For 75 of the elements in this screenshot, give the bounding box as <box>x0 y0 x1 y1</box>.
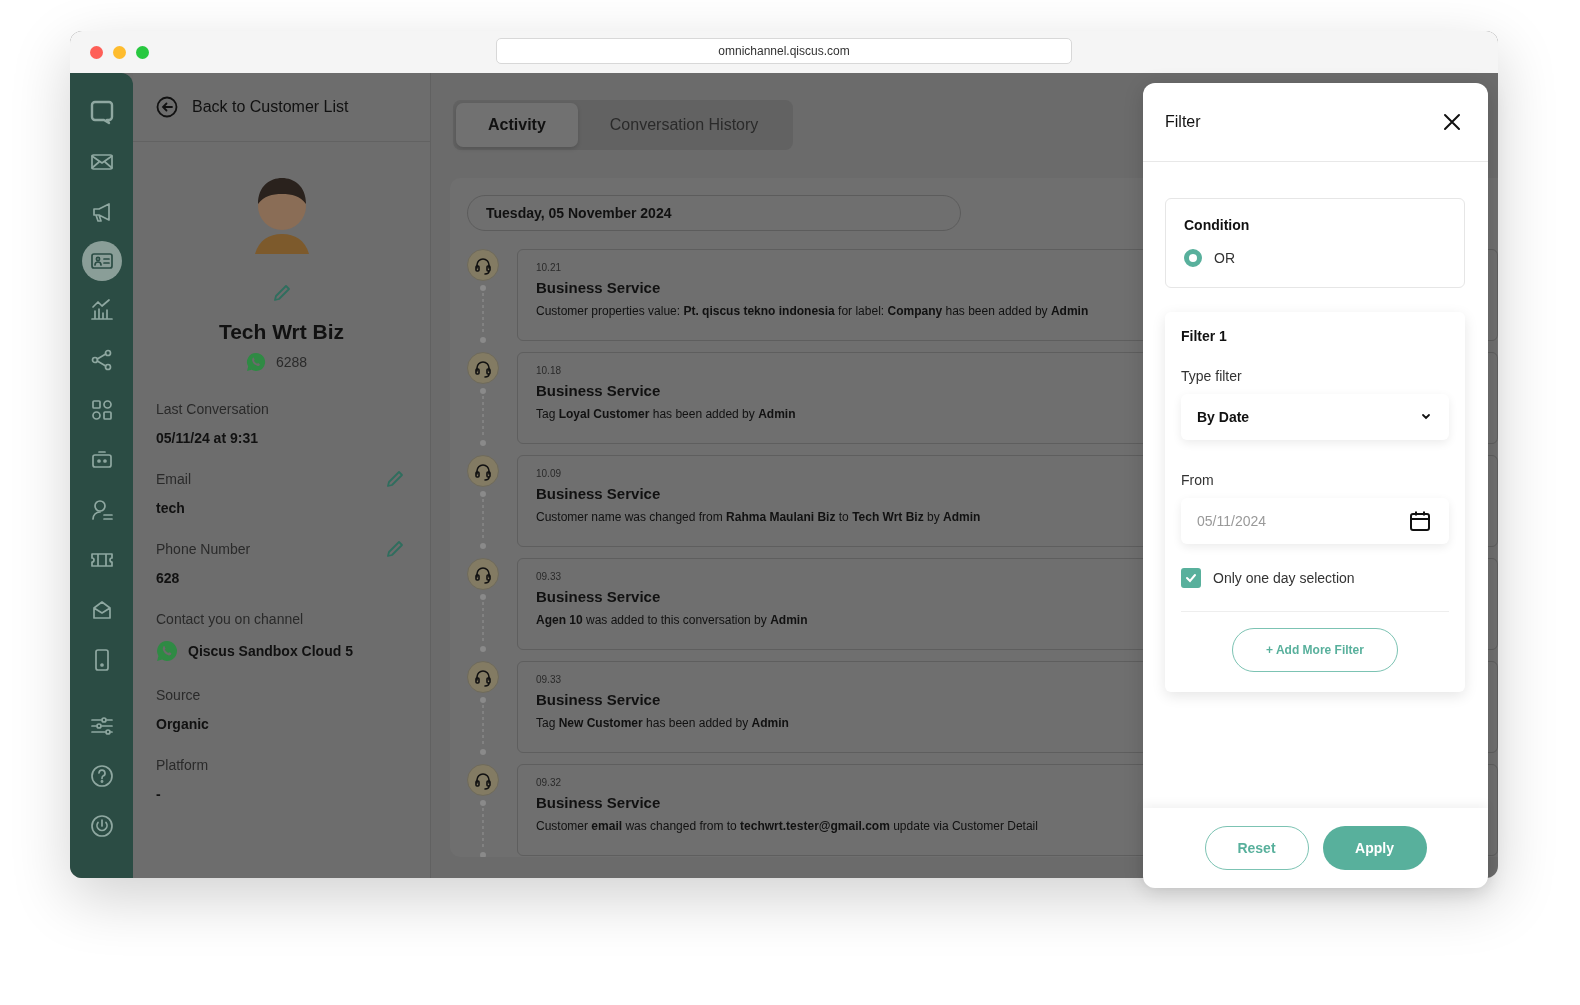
activity-title: Business Service <box>536 485 661 502</box>
close-window-button[interactable] <box>90 45 103 59</box>
radio-button[interactable] <box>1184 249 1202 267</box>
chevron-down-icon <box>1421 413 1431 421</box>
timeline-connector <box>479 490 487 550</box>
tab[interactable]: Conversation History <box>577 103 791 147</box>
timeline-connector <box>479 799 487 857</box>
date-input-field[interactable]: 05/11/2024 <box>1181 498 1449 544</box>
field-label: Email <box>156 471 191 487</box>
field-value: 05/11/24 at 9:31 <box>156 430 259 446</box>
close-icon[interactable] <box>1442 112 1462 132</box>
field-value: Organic <box>156 716 210 732</box>
activity-time: 10.21 <box>536 262 562 273</box>
maximize-window-button[interactable] <box>136 45 149 59</box>
whatsapp-icon <box>245 352 266 372</box>
filter-title: Filter 1 <box>1181 328 1228 344</box>
address-bar[interactable]: omnichannel.qiscus.com <box>496 38 1072 64</box>
drawer-title: Filter <box>1165 113 1201 131</box>
headset-icon <box>467 455 499 487</box>
activity-description: Tag Loyal Customer has been added by Admin <box>536 407 796 421</box>
activity-title: Business Service <box>536 794 661 811</box>
activity-time: 09.33 <box>536 571 562 582</box>
back-to-customer-list-link[interactable]: Back to Customer List <box>192 98 349 116</box>
field-label: From <box>1181 472 1215 488</box>
activity-description: Agen 10 was added to this conversation by Admin <box>536 613 808 627</box>
activity-description: Customer email was changed from to techwrt.tester@gmail.com update via Customer Detail <box>536 819 1038 833</box>
field-value: - <box>156 786 162 802</box>
field-label: Phone Number <box>156 541 251 557</box>
condition-title: Condition <box>1184 217 1251 233</box>
activity-description: Tag New Customer has been added by Admin <box>536 716 789 730</box>
whatsapp-icon <box>156 640 178 662</box>
field-label: Contact you on channel <box>156 611 304 627</box>
field-label: Platform <box>156 757 209 773</box>
whatsapp-number: 6288 <box>275 354 308 370</box>
activity-time: 10.18 <box>536 365 562 376</box>
headset-icon <box>467 661 499 693</box>
nav-item[interactable] <box>81 241 122 281</box>
headset-icon <box>467 764 499 796</box>
timeline-connector <box>479 696 487 756</box>
activity-time: 09.33 <box>536 674 562 685</box>
activity-title: Business Service <box>536 382 661 399</box>
reset-button[interactable]: Reset <box>1204 826 1309 870</box>
channel-name: Qiscus Sandbox Cloud 5 <box>188 643 353 659</box>
field-value: tech <box>156 500 186 516</box>
headset-icon <box>467 352 499 384</box>
type-filter-dropdown[interactable]: By Date <box>1181 394 1449 440</box>
activity-title: Business Service <box>536 691 661 708</box>
calendar-icon[interactable] <box>1409 510 1431 532</box>
checkmark-icon <box>1184 571 1198 585</box>
timeline-connector <box>479 387 487 447</box>
activity-time: 09.32 <box>536 777 562 788</box>
activity-description: Customer properties value: Pt. qiscus tekno indonesia for label: Company has been added by Admin <box>536 304 1089 318</box>
power-icon <box>88 813 115 839</box>
checkbox-label: Only one day selection <box>1213 570 1355 586</box>
chart-icon <box>88 297 115 323</box>
headset-icon <box>467 249 499 281</box>
field-label: Source <box>156 687 201 703</box>
timeline-connector <box>479 284 487 344</box>
activity-time: 10.09 <box>536 468 562 479</box>
radio-label: OR <box>1214 250 1235 266</box>
activity-description: Customer name was changed from Rahma Maulani Biz to Tech Wrt Biz by Admin <box>536 510 981 524</box>
field-label: Last Conversation <box>156 401 269 417</box>
timeline-connector <box>479 593 487 653</box>
headset-icon <box>467 558 499 590</box>
checkbox[interactable] <box>1181 568 1201 588</box>
activity-title: Business Service <box>536 279 661 296</box>
customer-name: Tech Wrt Biz <box>218 320 345 344</box>
help-icon <box>88 763 115 789</box>
activity-title: Business Service <box>536 588 661 605</box>
chat-logo-icon <box>88 99 115 125</box>
tab[interactable]: Activity <box>456 103 578 147</box>
add-more-filter-button[interactable]: + Add More Filter <box>1232 628 1398 672</box>
field-label: Type filter <box>1181 368 1243 384</box>
apply-button[interactable]: Apply <box>1322 826 1427 870</box>
field-value: 628 <box>156 570 181 586</box>
